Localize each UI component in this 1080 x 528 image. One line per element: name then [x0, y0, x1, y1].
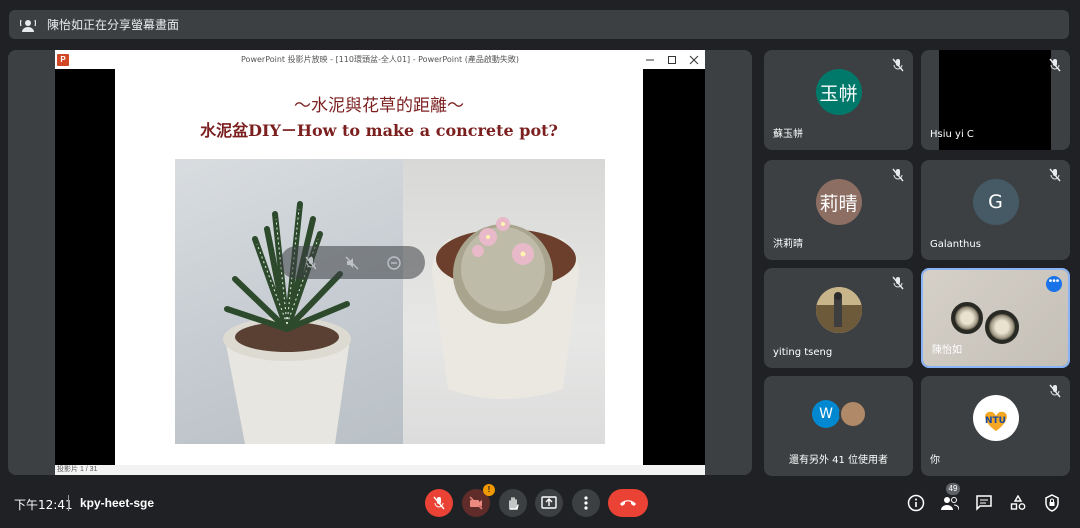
avatar: 玉帡: [815, 69, 862, 115]
shared-screen: P PowerPoint 投影片放映 - [110環頭盆-全人01] - Pow…: [8, 50, 752, 475]
avatar: [839, 400, 867, 428]
people-icon: [941, 497, 959, 511]
participant-name: 陳怡如: [932, 345, 962, 356]
people-count-badge: 49: [946, 483, 960, 495]
ppt-titlebar: P PowerPoint 投影片放映 - [110環頭盆-全人01] - Pow…: [55, 50, 705, 69]
remove-icon[interactable]: [384, 253, 404, 273]
succulent-photo: [175, 159, 403, 444]
shield-lock-icon: [1045, 494, 1059, 512]
mic-muted-icon: [892, 58, 904, 72]
more-vert-icon: [584, 496, 588, 510]
mic-muted-icon: [892, 168, 904, 182]
close-icon[interactable]: [683, 50, 705, 69]
participant-tile[interactable]: 莉晴 洪莉晴: [764, 160, 913, 260]
participant-tile[interactable]: Hsiu yi C: [921, 50, 1070, 150]
banner-text: 陳怡如正在分享螢幕畫面: [47, 18, 180, 32]
bowl-image: [951, 302, 983, 334]
participant-tile-others[interactable]: W 還有另外 41 位使用者: [764, 376, 913, 476]
minimize-icon[interactable]: [639, 50, 661, 69]
divider: [68, 495, 69, 511]
shapes-icon: [1010, 495, 1026, 510]
participant-tile[interactable]: G Galanthus: [921, 160, 1070, 260]
more-options-button[interactable]: [572, 489, 600, 517]
info-button[interactable]: [904, 491, 928, 515]
avatar: [815, 287, 862, 333]
participant-name: Galanthus: [930, 239, 981, 250]
more-options-icon[interactable]: •••: [1046, 276, 1062, 292]
mic-muted-icon: [1049, 384, 1061, 398]
ppt-window-title: PowerPoint 投影片放映 - [110環頭盆-全人01] - Power…: [241, 55, 519, 64]
activities-button[interactable]: [1006, 491, 1030, 515]
participant-tile-self[interactable]: NTU 你: [921, 376, 1070, 476]
mic-off-icon: [433, 496, 445, 510]
volume-off-icon[interactable]: [342, 253, 362, 273]
participant-name: 還有另外 41 位使用者: [788, 455, 889, 466]
present-button[interactable]: [535, 489, 563, 517]
slide-subtitle: 水泥盆DIY－How to make a concrete pot?: [200, 121, 558, 140]
warning-badge: !: [483, 484, 495, 496]
info-icon: [907, 494, 925, 512]
chat-button[interactable]: [972, 491, 996, 515]
mic-muted-icon: [892, 276, 904, 290]
slide-title: ～水泥與花草的距離～: [294, 96, 464, 116]
hang-up-icon: [620, 500, 636, 506]
people-button[interactable]: 49: [938, 483, 962, 515]
participant-name: 蘇玉帡: [773, 129, 803, 140]
raise-hand-button[interactable]: [499, 489, 527, 517]
mic-off-icon[interactable]: [301, 253, 321, 273]
avatar: W: [812, 400, 840, 428]
presentation-banner: 陳怡如正在分享螢幕畫面: [9, 10, 1069, 39]
avatar: G: [972, 179, 1019, 225]
mic-muted-icon: [1049, 168, 1061, 182]
slide-photos: [175, 159, 605, 444]
present-screen-icon: [541, 496, 557, 509]
participant-tile[interactable]: 玉帡 蘇玉帡: [764, 50, 913, 150]
participant-tile[interactable]: yiting tseng: [764, 268, 913, 368]
logo-text: NTU: [985, 416, 1006, 426]
host-controls-button[interactable]: [1040, 491, 1064, 515]
participant-name: 你: [930, 455, 940, 466]
avatar: 莉晴: [815, 179, 862, 225]
maximize-icon[interactable]: [661, 50, 683, 69]
clock: 下午12:41: [14, 498, 73, 512]
presenting-icon: [19, 16, 37, 34]
meeting-code: kpy-heet-sge: [80, 496, 155, 510]
hand-icon: [509, 497, 519, 510]
bowl-image: [985, 310, 1019, 344]
participant-tile-presenter[interactable]: ••• 陳怡如: [921, 268, 1070, 368]
meeting-controls-bar: 下午12:41 kpy-heet-sge ! 49: [0, 478, 1080, 528]
powerpoint-window: P PowerPoint 投影片放映 - [110環頭盆-全人01] - Pow…: [55, 50, 705, 475]
cactus-photo: [403, 159, 605, 444]
mic-off-button[interactable]: [425, 489, 453, 517]
chat-icon: [976, 495, 992, 511]
mic-muted-icon: [1049, 58, 1061, 72]
ppt-statusbar: 投影片 1 / 31: [55, 465, 705, 475]
camera-off-icon: [469, 496, 483, 510]
camera-off-button[interactable]: !: [462, 484, 495, 517]
presenter-overlay: [280, 246, 425, 279]
participant-name: 洪莉晴: [773, 239, 803, 250]
ntu-cares-logo: NTU: [972, 395, 1019, 441]
participant-name: yiting tseng: [773, 347, 833, 358]
leave-call-button[interactable]: [608, 489, 648, 517]
participant-name: Hsiu yi C: [930, 129, 974, 140]
